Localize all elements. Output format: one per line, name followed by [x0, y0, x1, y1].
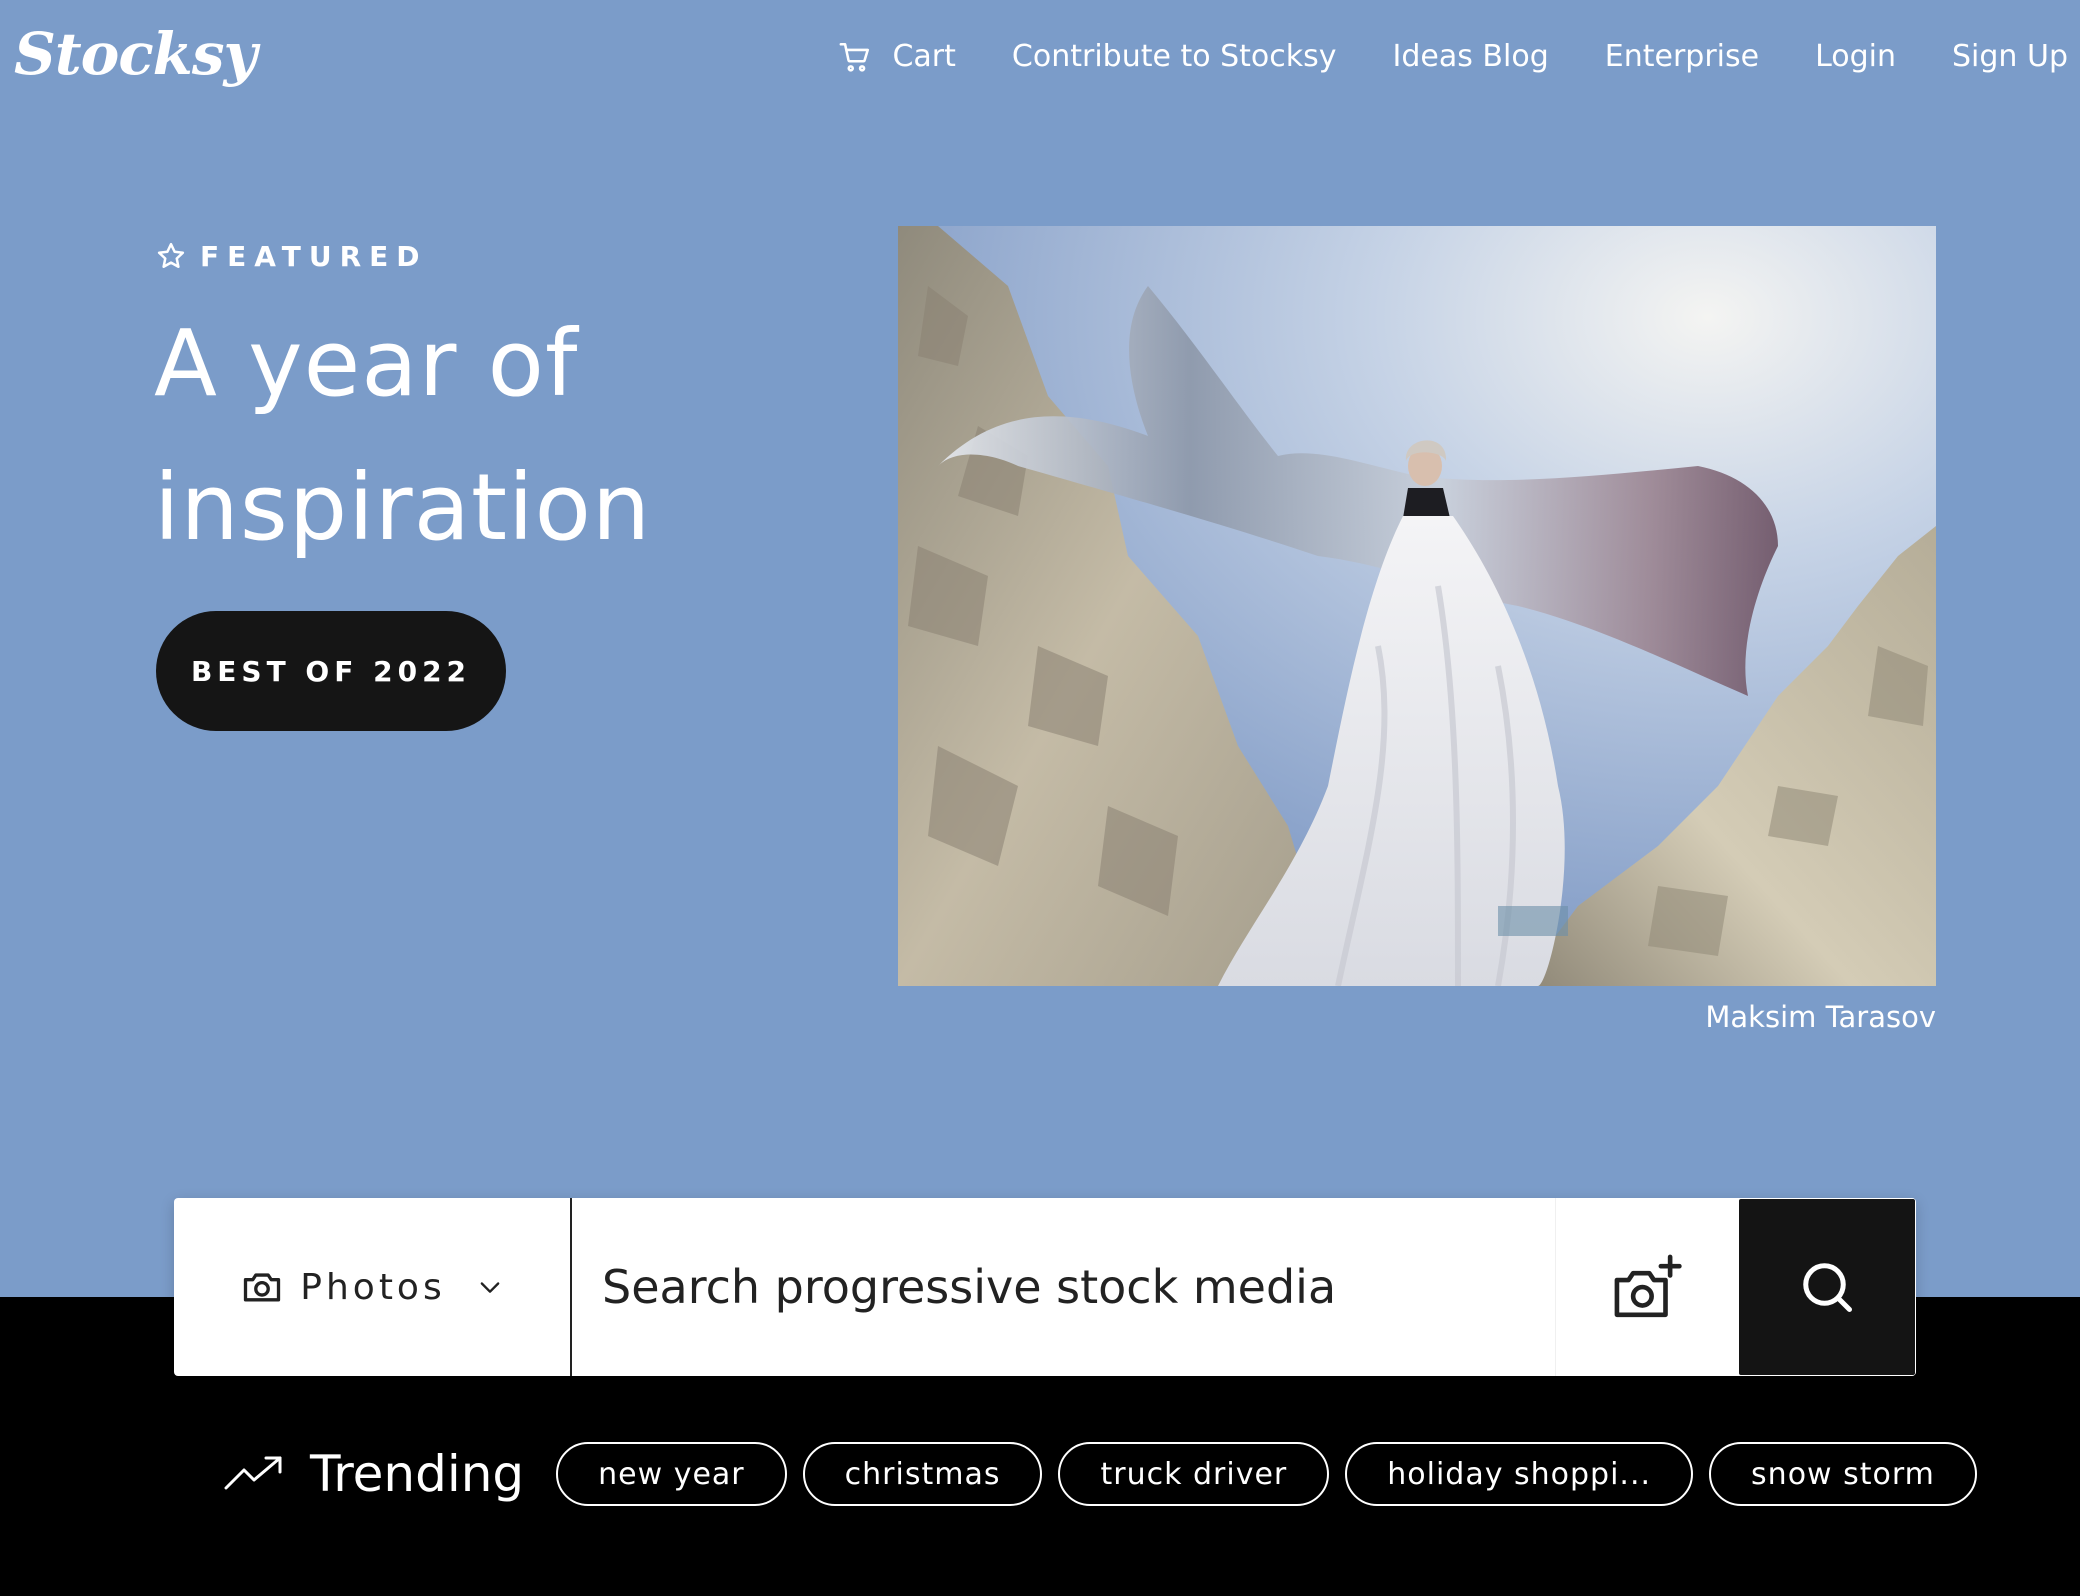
- ideas-blog-link[interactable]: Ideas Blog: [1393, 32, 1549, 82]
- login-link[interactable]: Login: [1815, 32, 1896, 82]
- search-bar: Photos: [174, 1198, 1916, 1376]
- trending-chip[interactable]: new year: [556, 1442, 787, 1506]
- trending-row: Trending new year christmas truck driver…: [224, 1438, 1977, 1510]
- top-navigation: Cart Contribute to Stocksy Ideas Blog En…: [838, 32, 2068, 82]
- trending-chip[interactable]: truck driver: [1058, 1442, 1330, 1506]
- search-input[interactable]: [572, 1198, 1555, 1376]
- trending-chips: new year christmas truck driver holiday …: [556, 1442, 1977, 1506]
- media-type-dropdown[interactable]: Photos: [174, 1198, 572, 1376]
- featured-label: FEATURED: [200, 239, 428, 273]
- media-type-label: Photos: [300, 1266, 446, 1308]
- visual-search-button[interactable]: [1555, 1198, 1738, 1376]
- star-icon: [156, 241, 186, 271]
- cart-label: Cart: [892, 39, 956, 74]
- trending-label: Trending: [310, 1445, 525, 1503]
- photo-credit[interactable]: Maksim Tarasov: [1705, 1000, 1936, 1034]
- camera-plus-icon: [1614, 1254, 1682, 1318]
- camera-icon: [240, 1265, 284, 1309]
- stocksy-logo[interactable]: Stocksy: [14, 14, 257, 94]
- best-of-2022-button[interactable]: BEST OF 2022: [156, 611, 506, 731]
- featured-photo[interactable]: [898, 226, 1936, 986]
- cart-icon: [838, 40, 872, 74]
- headline-line-2: inspiration: [154, 454, 652, 561]
- search-icon: [1803, 1263, 1852, 1312]
- chevron-down-icon: [476, 1273, 504, 1301]
- trending-up-icon: [224, 1454, 286, 1494]
- featured-headline: A year of inspiration: [154, 292, 794, 580]
- featured-eyebrow: FEATURED: [156, 236, 428, 276]
- headline-line-1: A year of: [154, 310, 579, 417]
- search-button[interactable]: [1739, 1199, 1915, 1375]
- trending-chip[interactable]: holiday shoppi...: [1345, 1442, 1694, 1506]
- trending-chip[interactable]: snow storm: [1709, 1442, 1977, 1506]
- contribute-link[interactable]: Contribute to Stocksy: [1012, 32, 1337, 82]
- trending-chip[interactable]: christmas: [802, 1442, 1043, 1506]
- cart-link[interactable]: Cart: [838, 32, 956, 82]
- enterprise-link[interactable]: Enterprise: [1605, 32, 1759, 82]
- signup-link[interactable]: Sign Up: [1952, 32, 2068, 82]
